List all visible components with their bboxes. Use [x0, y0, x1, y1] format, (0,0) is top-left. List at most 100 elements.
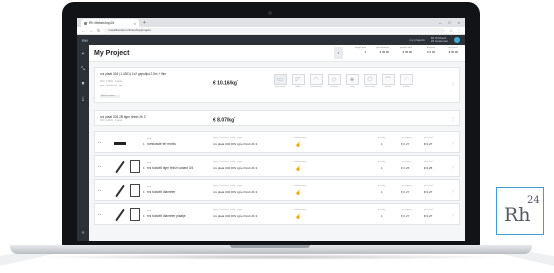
- browser-tab[interactable]: Rh Metalshop24 ×: [81, 19, 139, 27]
- summary-col: price/delivery € 35.90: [376, 47, 389, 54]
- plate-outline-icon: [130, 160, 140, 173]
- part-thumbnail: [112, 207, 128, 223]
- rod-icon: [115, 160, 125, 174]
- webcam-icon: [268, 11, 272, 15]
- collapse-icon[interactable]: »: [82, 230, 85, 236]
- expand-icon[interactable]: ▾ ▸: [98, 165, 101, 168]
- download-icon[interactable]: ⤓: [82, 96, 84, 102]
- group-price: € 8.07/kg*: [213, 117, 236, 124]
- item-description: rvs plaat 304 DIN type finish 2b 3: [213, 166, 258, 170]
- plus-icon[interactable]: +: [82, 51, 85, 57]
- app-body: + ⤡ ▼ ⤓ » My Project 2 weight total 1 pr…: [77, 45, 465, 241]
- pointer-icon[interactable]: ☝: [295, 190, 301, 196]
- flat-bar-icon: [114, 141, 126, 145]
- resize-icon[interactable]: ⤡: [81, 66, 85, 72]
- item-count-badge: 2: [334, 47, 343, 59]
- reload-icon[interactable]: ↻: [97, 28, 100, 33]
- material-group[interactable]: rvs plaat 304 (1.4301) 1x2 gepolijst 2.5…: [94, 67, 460, 103]
- cut-icon: ◈: [345, 74, 359, 85]
- group-menu-icon[interactable]: ⋮: [451, 116, 455, 121]
- laser-icon: ⬡: [363, 74, 377, 85]
- close-icon[interactable]: ×: [134, 21, 136, 26]
- expand-icon[interactable]: ▾ ▸: [98, 213, 101, 216]
- sidebar: + ⤡ ▼ ⤓ »: [77, 45, 89, 241]
- steps-header: working steps: [294, 185, 307, 187]
- back-icon[interactable]: ←: [81, 28, 85, 33]
- total-header: price total: [424, 161, 433, 163]
- new-tab-button[interactable]: +: [143, 19, 146, 27]
- account-info[interactable]: Mr Kirchenf 24 Customer: [431, 36, 448, 44]
- option-folding[interactable]: ◸ folding: [291, 74, 305, 88]
- maximize-icon[interactable]: □: [448, 19, 450, 27]
- group-tags: type · dimensions · qty: [100, 85, 123, 87]
- pointer-icon[interactable]: ☝: [295, 214, 301, 220]
- star-icon[interactable]: ☆: [449, 28, 453, 33]
- list-item[interactable]: ▾ ▸ item 1 rvs buisteil diameter plaatje…: [94, 203, 460, 225]
- summary-col: general total € 35.90: [399, 47, 412, 54]
- item-label: item: [147, 138, 152, 140]
- pointer-icon[interactable]: ☝: [295, 166, 301, 172]
- filter-icon[interactable]: ▼: [81, 81, 86, 87]
- option-welding[interactable]: ⌒ welding: [381, 74, 395, 88]
- list-item[interactable]: ▾ ▸ item 1 roestvaste ter rechts shape ·…: [94, 131, 460, 153]
- address-bar: ← → ↻ metallhandel.onlineshop/projekt ☆ …: [77, 27, 465, 35]
- material-group[interactable]: rvs plaat 304 2B tiger finish 2b 3 304 /…: [94, 110, 460, 126]
- tab-title: Rh Metalshop24: [89, 21, 115, 25]
- item-label: item: [147, 210, 152, 212]
- avatar[interactable]: [454, 37, 460, 43]
- item-number: 1: [143, 214, 145, 218]
- minimize-icon[interactable]: –: [439, 19, 441, 27]
- project-summary: 2 weight total 1 price/delivery € 35.90 …: [334, 47, 460, 59]
- quantity-value[interactable]: 1: [381, 190, 383, 194]
- qty-header: quantity: [378, 209, 386, 211]
- qty-header: quantity: [378, 137, 386, 139]
- part-thumbnail: [112, 159, 128, 175]
- url-field[interactable]: metallhandel.onlineshop/projekt: [104, 28, 446, 33]
- roll-icon: ◠: [309, 74, 323, 85]
- list-item[interactable]: ▾ ▸ item 1 rvs buisteil tiger finish var…: [94, 155, 460, 177]
- add-description-button[interactable]: Add description: [100, 95, 120, 98]
- item-menu-icon[interactable]: ⋮: [451, 213, 455, 218]
- device-stage: Rh Metalshop24 × + – □ × ← → ↻ metallhan…: [0, 0, 554, 273]
- close-window-icon[interactable]: ×: [458, 19, 460, 27]
- item-menu-icon[interactable]: ⋮: [451, 189, 455, 194]
- option-laser-cutting[interactable]: ⬡ laser cutting: [363, 74, 377, 88]
- pointer-icon[interactable]: ☝: [295, 142, 301, 148]
- forward-icon[interactable]: →: [89, 28, 93, 33]
- rod-icon: [115, 208, 125, 222]
- item-description: rvs plaat 304 DIN type finish 2b 3: [213, 190, 258, 194]
- option-plate-cutting[interactable]: ▭ plate cutting: [273, 74, 287, 88]
- header-right: my projects Mr Kirchenf 24 Customer: [409, 36, 460, 44]
- weld-icon: ⌒: [381, 74, 395, 85]
- price-value: € 0.27: [401, 214, 410, 218]
- list-item[interactable]: ▾ ▸ item 1 rvs buisteil diameter shape ·…: [94, 179, 460, 201]
- item-menu-icon[interactable]: ⋮: [451, 141, 455, 146]
- quantity-value[interactable]: 1: [381, 142, 383, 146]
- item-spec-header: shape · thickness · width · length: [213, 137, 243, 139]
- total-value: € 0.27: [424, 190, 433, 194]
- group-price: € 10.16/kg*: [213, 80, 238, 87]
- price-header: price/piece: [402, 161, 412, 163]
- group-menu-icon[interactable]: ⋮: [451, 81, 455, 86]
- punch-icon: ◇: [327, 74, 341, 85]
- expand-icon[interactable]: ▾ ▸: [98, 189, 101, 192]
- price-header: price/piece: [402, 137, 412, 139]
- plate-outline-icon: [130, 184, 140, 197]
- expand-icon[interactable]: ▾ ▸: [98, 141, 101, 144]
- item-menu-icon[interactable]: ⋮: [451, 165, 455, 170]
- price-value: € 0.27: [401, 190, 410, 194]
- favicon-icon: [84, 21, 87, 25]
- menu-icon[interactable]: ⋮: [457, 28, 461, 33]
- quantity-value[interactable]: 1: [381, 214, 383, 218]
- profile-icon: ◜: [399, 74, 413, 85]
- option-roundbending[interactable]: ◠ roundbending: [309, 74, 323, 88]
- option-punching[interactable]: ◇ punching: [327, 74, 341, 88]
- app-logo[interactable]: RH: [82, 38, 88, 43]
- total-header: price total: [424, 137, 433, 139]
- quantity-value[interactable]: 1: [381, 166, 383, 170]
- browser-tabbar: Rh Metalshop24 × + – □ ×: [77, 18, 465, 27]
- option-cutting[interactable]: ◈ cutting: [345, 74, 359, 88]
- my-projects-link[interactable]: my projects: [409, 38, 424, 42]
- brand-logo-sup: 24: [527, 195, 540, 206]
- option-profiling[interactable]: ◜ profiling: [399, 74, 413, 88]
